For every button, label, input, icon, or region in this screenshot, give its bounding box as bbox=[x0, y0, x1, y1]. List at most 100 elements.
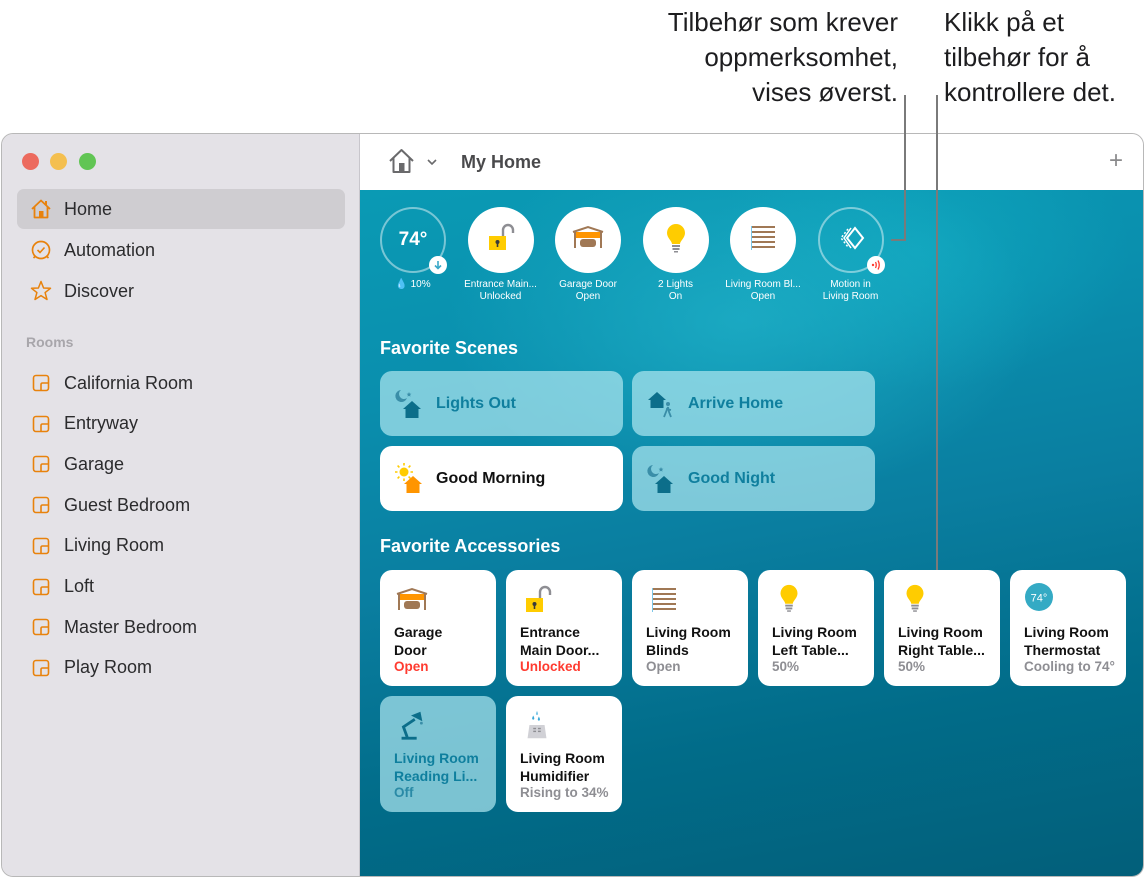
lights-out-icon bbox=[392, 386, 428, 422]
sidebar: Home Automation Discover Rooms Californi… bbox=[2, 134, 360, 876]
sidebar-room-item[interactable]: Guest Bedroom bbox=[17, 485, 345, 525]
cooling-arrow-icon bbox=[429, 256, 447, 274]
entrance-main-door-icon bbox=[483, 220, 519, 261]
accessory-status: Open bbox=[646, 659, 681, 674]
status-state: Living Room bbox=[822, 291, 879, 302]
accessory-name-line: Living Room bbox=[646, 624, 731, 640]
sidebar-item-discover[interactable]: Discover bbox=[17, 271, 345, 311]
room-label: Play Room bbox=[64, 657, 153, 678]
room-label: Loft bbox=[64, 576, 95, 596]
unlocked-lock-icon bbox=[520, 582, 554, 616]
temperature-value: 74° bbox=[398, 229, 428, 250]
main-panel: My Home + 74° 💧 10% Entrance Main... Unlock… bbox=[360, 134, 1143, 876]
accessory-name: Entrance Main Door... bbox=[520, 623, 620, 659]
close-window-button[interactable] bbox=[22, 153, 39, 170]
status-label: Garage Door Open bbox=[543, 279, 633, 303]
minimize-window-button[interactable] bbox=[50, 153, 67, 170]
accessory-status: Open bbox=[394, 659, 429, 674]
desk-lamp-icon bbox=[394, 708, 428, 742]
sidebar-room-item[interactable]: Garage bbox=[17, 444, 345, 484]
accessory-name: Living Room Thermostat bbox=[1024, 623, 1124, 659]
thermostat-icon: 74° bbox=[1024, 582, 1058, 616]
sidebar-room-item[interactable]: Play Room bbox=[17, 648, 345, 688]
sidebar-room-item[interactable]: Loft bbox=[17, 567, 345, 607]
status-label: Motion in Living Room bbox=[806, 279, 896, 303]
status-circle bbox=[467, 207, 534, 273]
callout-line: vises øverst. bbox=[752, 77, 898, 107]
accessory-tile-garage-door[interactable]: Garage Door Open bbox=[380, 570, 496, 686]
callout-line: kontrollere det. bbox=[944, 77, 1116, 107]
accessory-tile-right-table-lamp[interactable]: Living Room Right Table... 50% bbox=[884, 570, 1000, 686]
status-tile-entrance-main-door[interactable]: Entrance Main... Unlocked bbox=[456, 207, 546, 303]
humidifier-icon bbox=[520, 708, 554, 742]
room-label: Master Bedroom bbox=[64, 616, 198, 637]
callout-leader-line bbox=[891, 239, 906, 241]
accessory-status: 50% bbox=[898, 659, 926, 674]
svg-text:74°: 74° bbox=[1031, 593, 1048, 605]
accessory-name-line: Reading Li... bbox=[394, 768, 478, 784]
sidebar-item-home[interactable]: Home bbox=[17, 189, 345, 229]
accessory-name-line: Humidifier bbox=[520, 768, 590, 784]
scene-good-morning[interactable]: Good Morning bbox=[380, 446, 623, 511]
accessory-name-line: Right Table... bbox=[898, 642, 985, 658]
sidebar-room-item[interactable]: Living Room bbox=[17, 526, 345, 566]
blinds-icon bbox=[646, 582, 680, 616]
status-tile-living-room-blinds[interactable]: Living Room Bl... Open bbox=[718, 207, 808, 303]
status-label: 💧 10% bbox=[368, 279, 458, 291]
status-state: Open bbox=[575, 291, 601, 302]
accessory-status: 50% bbox=[772, 659, 800, 674]
home-app-window: Home Automation Discover Rooms Californi… bbox=[1, 133, 1144, 877]
callout-line: tilbehør for å bbox=[944, 42, 1090, 72]
zoom-window-button[interactable] bbox=[79, 153, 96, 170]
accessory-status: Off bbox=[394, 785, 414, 800]
add-button[interactable]: + bbox=[1109, 147, 1123, 175]
accessory-name-line: Thermostat bbox=[1024, 642, 1101, 658]
home-selector-icon[interactable] bbox=[387, 146, 417, 181]
lightbulb-icon bbox=[772, 582, 806, 616]
accessory-tile-living-room-blinds[interactable]: Living Room Blinds Open bbox=[632, 570, 748, 686]
scene-label: Arrive Home bbox=[688, 394, 784, 412]
accessory-tile-humidifier[interactable]: Living Room Humidifier Rising to 34% bbox=[506, 696, 622, 812]
scene-lights-out[interactable]: Lights Out bbox=[380, 371, 623, 436]
sidebar-item-label: Discover bbox=[64, 280, 135, 301]
room-icon bbox=[29, 575, 53, 599]
home-dashboard: 74° 💧 10% Entrance Main... Unlocked Garage D… bbox=[360, 190, 1143, 876]
scene-good-night[interactable]: Good Night bbox=[632, 446, 875, 511]
accessory-name: Living Room Reading Li... bbox=[394, 749, 494, 785]
motion-detected-icon bbox=[866, 256, 885, 274]
status-tile-garage-door[interactable]: Garage Door Open bbox=[543, 207, 633, 303]
sidebar-room-item[interactable]: Master Bedroom bbox=[17, 607, 345, 647]
sidebar-item-automation[interactable]: Automation bbox=[17, 230, 345, 270]
room-icon bbox=[29, 452, 53, 476]
status-tile-thermostat[interactable]: 74° 💧 10% bbox=[368, 207, 458, 291]
sidebar-room-item[interactable]: California Room bbox=[17, 363, 345, 403]
status-name: Motion in bbox=[830, 279, 871, 290]
callout-leader-line bbox=[904, 95, 906, 241]
accessory-name: Living Room Humidifier bbox=[520, 749, 620, 785]
room-label: Garage bbox=[64, 453, 125, 474]
accessory-tile-reading-light[interactable]: Living Room Reading Li... Off bbox=[380, 696, 496, 812]
status-tile-motion[interactable]: Motion in Living Room bbox=[806, 207, 896, 303]
lights-icon bbox=[658, 220, 694, 261]
status-circle: 74° bbox=[380, 207, 447, 274]
accessory-tile-thermostat[interactable]: 74° Living Room Thermostat Cooling to 74° bbox=[1010, 570, 1126, 686]
toolbar: My Home + bbox=[360, 134, 1143, 190]
scene-arrive-home[interactable]: Arrive Home bbox=[632, 371, 875, 436]
chevron-down-icon[interactable] bbox=[426, 154, 438, 172]
room-label: California Room bbox=[64, 372, 194, 393]
accessory-name: Living Room Left Table... bbox=[772, 623, 872, 659]
accessory-tile-entrance-main-door[interactable]: Entrance Main Door... Unlocked bbox=[506, 570, 622, 686]
accessory-name-line: Living Room bbox=[394, 750, 479, 766]
sidebar-room-item[interactable]: Entryway bbox=[17, 404, 345, 444]
room-icon bbox=[29, 656, 53, 680]
callout-line: Tilbehør som krever bbox=[667, 7, 898, 37]
status-label: 2 Lights On bbox=[631, 279, 721, 303]
accessory-name: Living Room Blinds bbox=[646, 623, 746, 659]
accessory-tile-left-table-lamp[interactable]: Living Room Left Table... 50% bbox=[758, 570, 874, 686]
favorite-accessories-title: Favorite Accessories bbox=[380, 536, 561, 556]
home-title: My Home bbox=[461, 152, 542, 172]
garage-door-icon bbox=[570, 220, 606, 261]
status-tile-lights[interactable]: 2 Lights On bbox=[631, 207, 721, 303]
room-icon bbox=[29, 412, 53, 436]
callout-click-accessory: Klikk på et tilbehør for å kontrollere d… bbox=[944, 5, 1144, 110]
